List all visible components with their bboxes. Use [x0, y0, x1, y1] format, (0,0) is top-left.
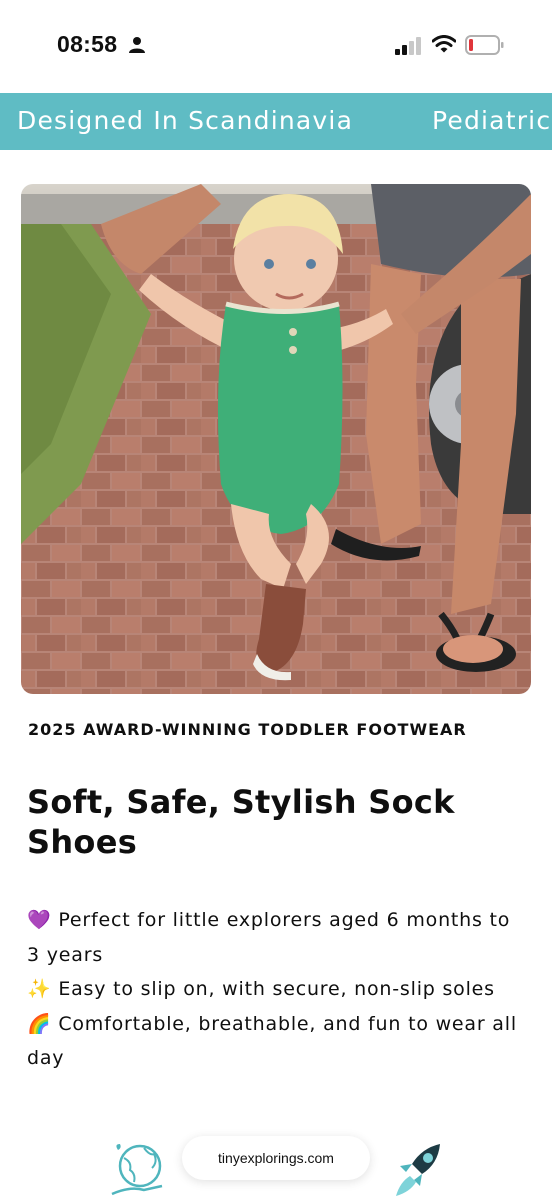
- rainbow-icon: 🌈: [27, 1012, 52, 1035]
- benefit-item: ✨ Easy to slip on, with secure, non-slip…: [27, 972, 527, 1007]
- announcement-item: Designed In Scandinavia: [17, 106, 354, 135]
- site-url-pill[interactable]: tinyexplorings.com: [182, 1136, 370, 1180]
- status-time: 08:58: [57, 31, 118, 57]
- benefit-item: 💜 Perfect for little explorers aged 6 mo…: [27, 903, 527, 972]
- announcement-bar: Designed In Scandinavia Pediatric: [0, 93, 552, 150]
- rocket-icon: [396, 1144, 440, 1196]
- battery-low-icon: [465, 35, 504, 55]
- page-title: Soft, Safe, Stylish Sock Shoes: [27, 783, 455, 861]
- globe-hand-icon: [111, 1144, 163, 1196]
- person-icon: [129, 37, 145, 53]
- purple-heart-icon: 💜: [27, 909, 52, 931]
- signal-icon: [395, 37, 421, 55]
- sparkles-icon: ✨: [27, 978, 52, 1000]
- award-eyebrow: 2025 AWARD-WINNING TODDLER FOOTWEAR: [28, 720, 467, 739]
- status-bar: 08:58: [0, 0, 552, 92]
- benefit-text: Comfortable, breathable, and fun to wear…: [27, 1012, 517, 1070]
- wifi-icon: [432, 35, 456, 53]
- announcement-item: Pediatric: [432, 106, 552, 135]
- benefit-item: 🌈 Comfortable, breathable, and fun to we…: [27, 1007, 527, 1076]
- benefits-list: 💜 Perfect for little explorers aged 6 mo…: [27, 903, 527, 1076]
- benefit-text: Easy to slip on, with secure, non-slip s…: [58, 978, 495, 1000]
- benefit-text: Perfect for little explorers aged 6 mont…: [27, 909, 511, 966]
- hero-image: [21, 184, 531, 694]
